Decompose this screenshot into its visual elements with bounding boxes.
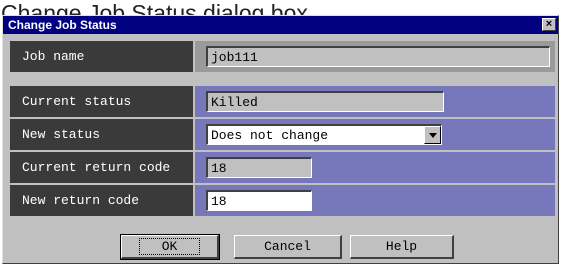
current-status-label: Current status [10, 86, 193, 117]
dialog-titlebar: Change Job Status × [3, 16, 558, 34]
new-status-select[interactable]: Does not change [206, 124, 442, 145]
current-status-field: Killed [206, 91, 444, 112]
dialog-title: Change Job Status [8, 18, 117, 32]
close-icon[interactable]: × [542, 18, 556, 31]
change-job-status-dialog: Change Job Status × Job name job111 Curr… [2, 15, 559, 264]
ok-button[interactable]: OK [120, 234, 220, 260]
new-return-code-input[interactable]: 18 [206, 190, 312, 211]
current-return-code-label: Current return code [10, 152, 193, 183]
new-return-code-label: New return code [10, 185, 193, 216]
job-name-value-cell: job111 [195, 41, 555, 72]
new-status-value-cell: Does not change [195, 119, 555, 150]
help-button-label: Help [385, 239, 418, 254]
current-return-code-field: 18 [206, 157, 312, 178]
cancel-button-label: Cancel [264, 239, 311, 254]
new-status-selected-value: Does not change [211, 127, 329, 143]
job-name-label: Job name [10, 41, 193, 72]
chevron-down-icon[interactable] [424, 126, 441, 144]
current-return-code-value-cell: 18 [195, 152, 555, 183]
job-name-field: job111 [206, 46, 550, 67]
current-status-value-cell: Killed [195, 86, 555, 117]
cancel-button[interactable]: Cancel [234, 235, 342, 259]
new-status-label: New status [10, 119, 193, 150]
ok-button-label: OK [138, 238, 201, 255]
new-return-code-value-cell: 18 [195, 185, 555, 216]
help-button[interactable]: Help [350, 235, 454, 259]
